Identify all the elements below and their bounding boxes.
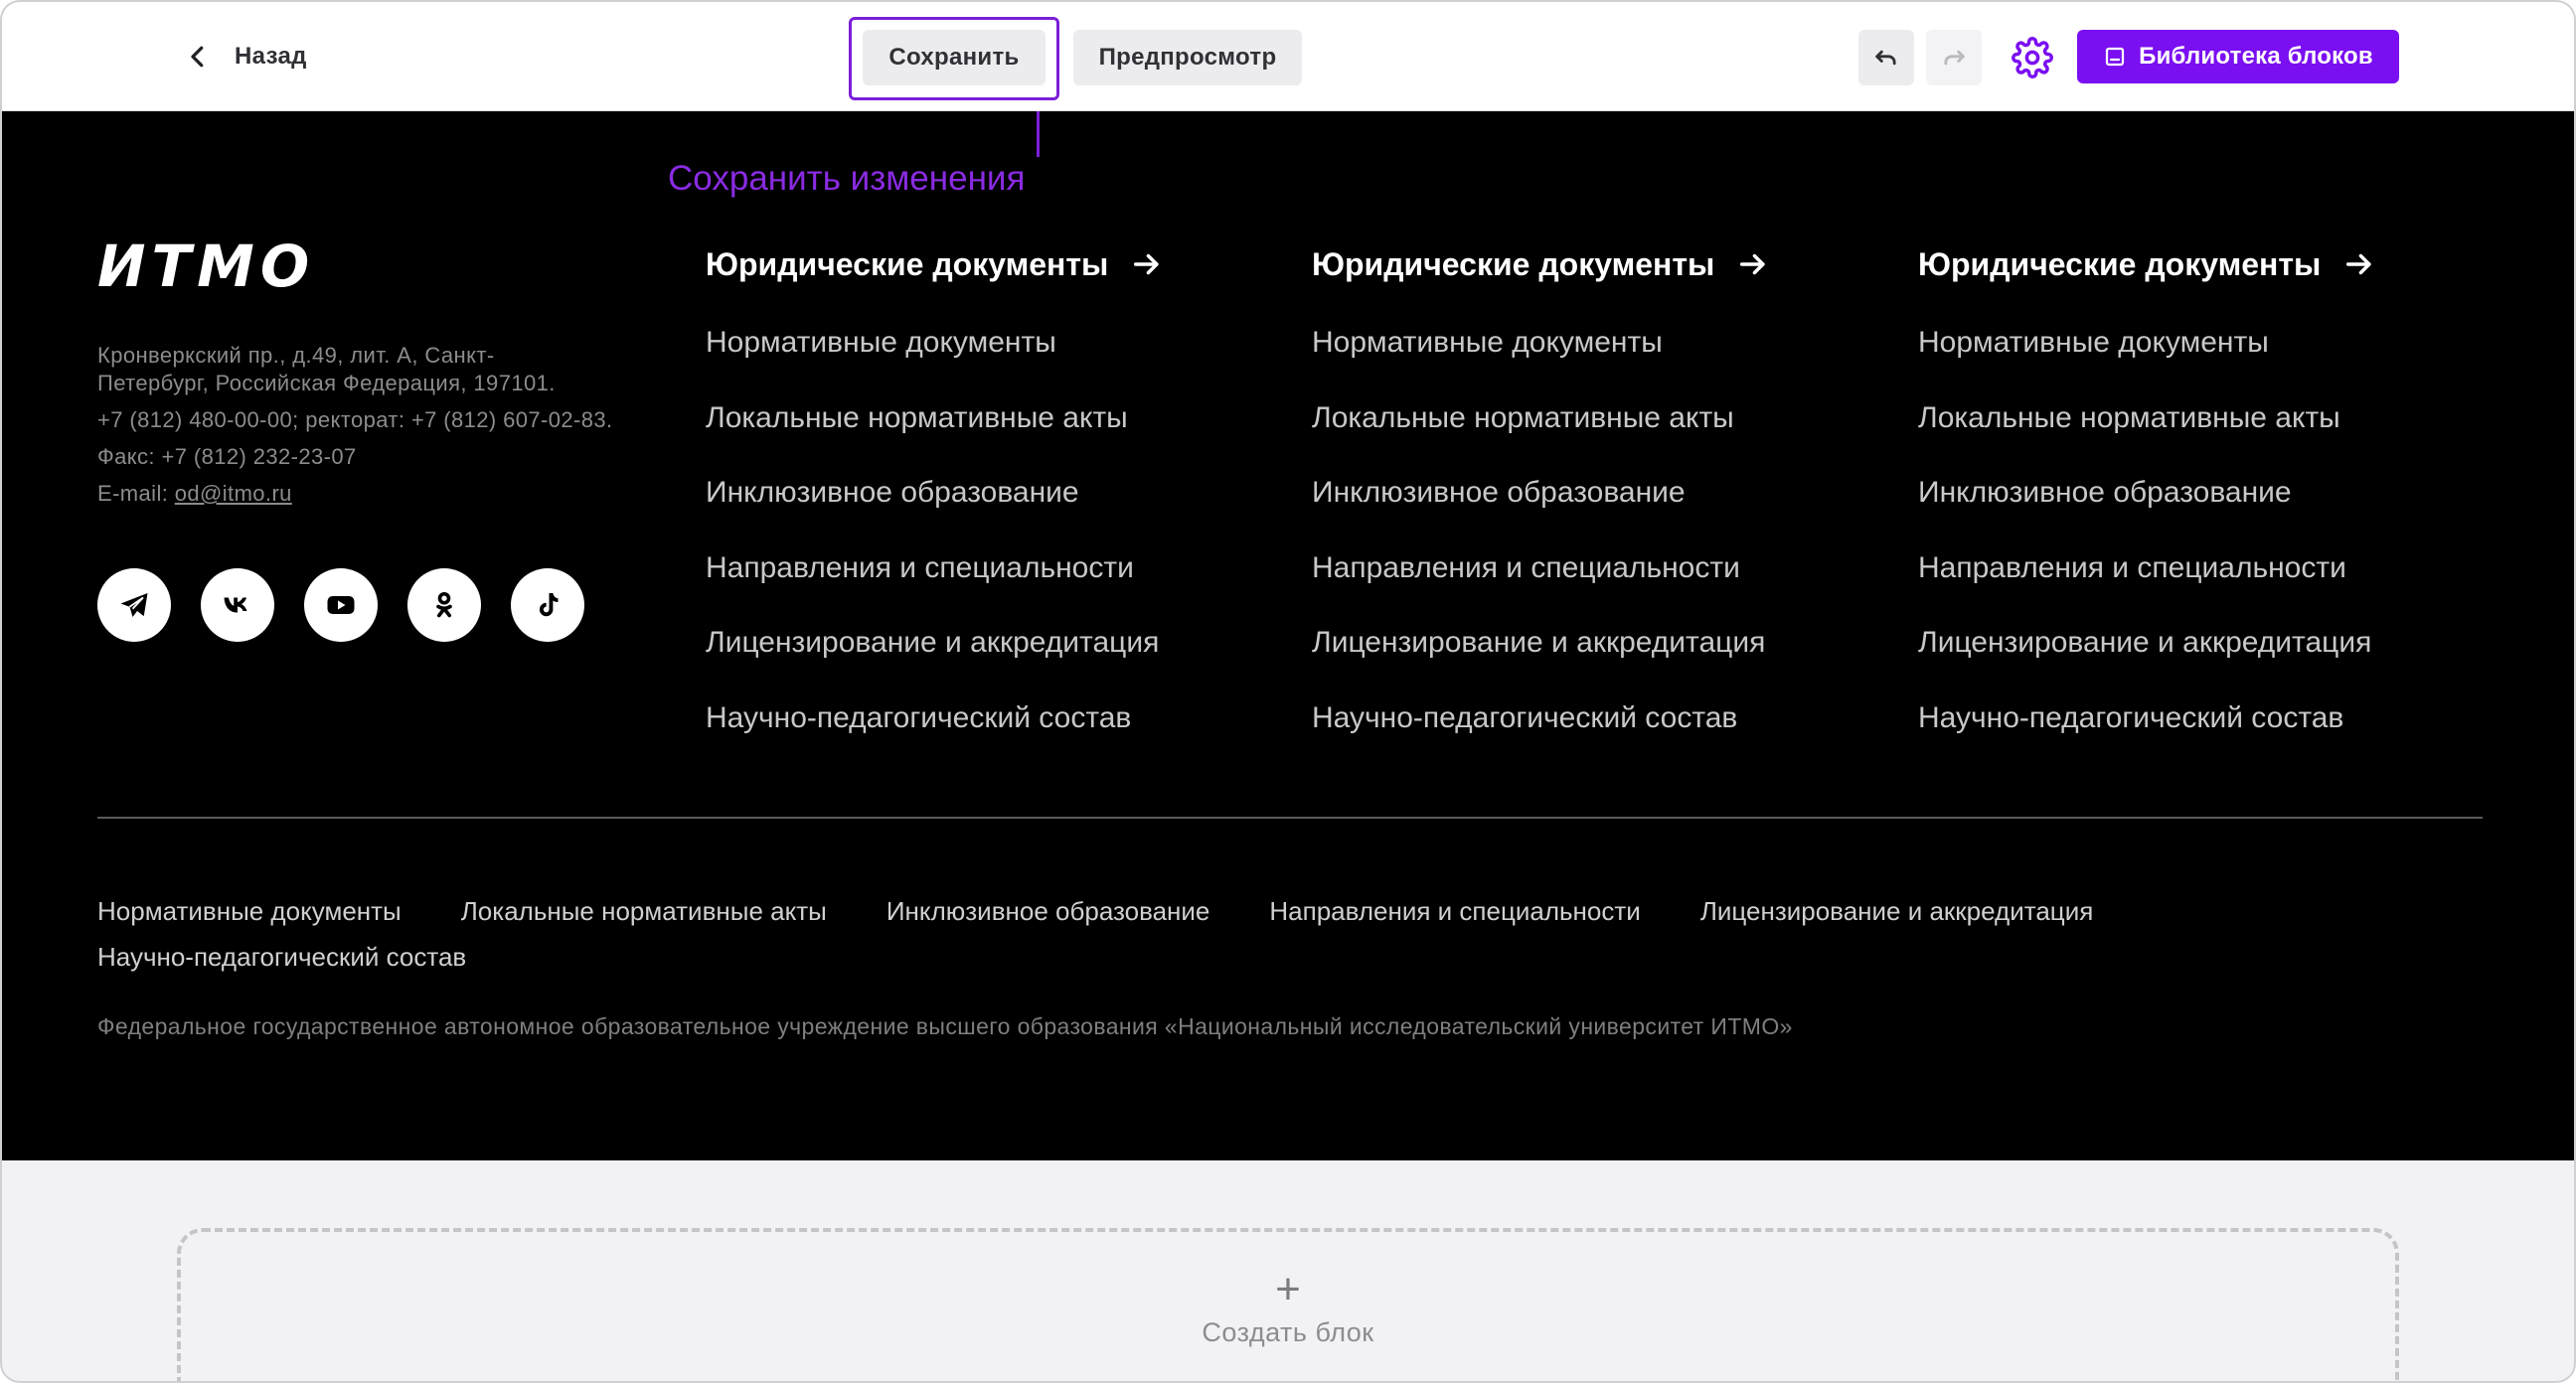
save-button[interactable]: Сохранить — [863, 30, 1046, 85]
odnoklassniki-icon — [436, 591, 452, 618]
email-prefix: E-mail: — [97, 481, 175, 506]
footer-column-title-text: Юридические документы — [706, 245, 1109, 282]
footer-link[interactable]: Локальные нормативные акты — [706, 401, 1164, 477]
preview-button[interactable]: Предпросмотр — [1073, 30, 1302, 85]
create-block-button[interactable]: + Создать блок — [177, 1228, 2399, 1381]
footer-link[interactable]: Лицензирование и аккредитация — [1918, 626, 2376, 701]
logo-text: ИТМО — [97, 232, 316, 300]
tiktok-icon — [539, 593, 559, 617]
footer-column-title-text: Юридические документы — [1918, 245, 2322, 282]
telegram-icon — [120, 593, 148, 617]
odnoklassniki-button[interactable] — [407, 568, 481, 642]
footer-column: Юридические документы Нормативные докуме… — [706, 236, 1164, 777]
vk-icon — [224, 597, 247, 613]
editor-frame: Назад Сохранить Предпросмотр Библиотека … — [0, 0, 2576, 1383]
chevron-left-icon — [191, 46, 204, 68]
image-icon — [2106, 47, 2125, 67]
undo-icon — [1875, 50, 1896, 66]
youtube-button[interactable] — [304, 568, 378, 642]
back-button[interactable]: Назад — [183, 38, 307, 76]
footer-column-title[interactable]: Юридические документы — [1918, 236, 2376, 292]
footer-column-title-text: Юридические документы — [1312, 245, 1715, 282]
footer-link[interactable]: Нормативные документы — [1312, 326, 1770, 401]
footer-bottom-link[interactable]: Локальные нормативные акты — [461, 888, 827, 934]
phones-text: +7 (812) 480-00-00; ректорат: +7 (812) 6… — [97, 407, 613, 432]
telegram-button[interactable] — [97, 568, 171, 642]
footer-link[interactable]: Инклюзивное образование — [1312, 476, 1770, 551]
block-library-button[interactable]: Библиотека блоков — [2077, 30, 2399, 83]
address-line: Кронверкский пр., д.49, лит. А, Санкт- — [97, 343, 495, 368]
create-block-label: Создать блок — [1202, 1317, 1374, 1347]
back-label: Назад — [235, 43, 307, 70]
footer-bottom-link[interactable]: Инклюзивное образование — [886, 888, 1210, 934]
arrow-right-icon — [1740, 253, 1765, 275]
footer-link[interactable]: Лицензирование и аккредитация — [706, 626, 1164, 701]
vk-button[interactable] — [201, 568, 274, 642]
tiktok-button[interactable] — [511, 568, 584, 642]
footer-link[interactable]: Направления и специальности — [706, 551, 1164, 627]
block-library-label: Библиотека блоков — [2139, 43, 2373, 70]
arrow-right-icon — [1134, 253, 1159, 275]
footer-link[interactable]: Локальные нормативные акты — [1312, 401, 1770, 477]
footer-link[interactable]: Нормативные документы — [1918, 326, 2376, 401]
footer-link[interactable]: Научно-педагогический состав — [1312, 701, 1770, 777]
youtube-icon — [327, 596, 355, 614]
email-link[interactable]: od@itmo.ru — [175, 481, 292, 506]
legal-text: Федеральное государственное автономное о… — [97, 1013, 1793, 1039]
address-line: Петербург, Российская Федерация, 197101. — [97, 371, 556, 395]
social-links — [97, 568, 584, 642]
footer-link[interactable]: Лицензирование и аккредитация — [1312, 626, 1770, 701]
footer-bottom-link[interactable]: Лицензирование и аккредитация — [1700, 888, 2093, 934]
plus-icon: + — [1275, 1265, 1301, 1313]
tooltip-connector — [1037, 111, 1040, 157]
footer-link[interactable]: Направления и специальности — [1918, 551, 2376, 627]
footer-bottom-links: Нормативные документы Локальные нормативн… — [97, 888, 2483, 980]
footer-link[interactable]: Нормативные документы — [706, 326, 1164, 401]
footer-link[interactable]: Инклюзивное образование — [1918, 476, 2376, 551]
save-tooltip: Сохранить изменения — [668, 159, 1026, 198]
arrow-right-icon — [2346, 253, 2371, 275]
redo-button[interactable] — [1926, 30, 1982, 85]
footer-link[interactable]: Локальные нормативные акты — [1918, 401, 2376, 477]
footer-link[interactable]: Научно-педагогический состав — [1918, 701, 2376, 777]
footer-bottom-link[interactable]: Направления и специальности — [1269, 888, 1640, 934]
undo-button[interactable] — [1858, 30, 1914, 85]
footer-link[interactable]: Инклюзивное образование — [706, 476, 1164, 551]
footer-column: Юридические документы Нормативные докуме… — [1918, 236, 2376, 777]
editor-toolbar: Назад Сохранить Предпросмотр Библиотека … — [2, 2, 2574, 111]
footer-link[interactable]: Направления и специальности — [1312, 551, 1770, 627]
footer-bottom-link[interactable]: Научно-педагогический состав — [97, 934, 466, 980]
footer-link[interactable]: Научно-педагогический состав — [706, 701, 1164, 777]
footer-block[interactable]: ИТМО Кронверкский пр., д.49, лит. А, Сан… — [2, 111, 2574, 1160]
footer-column: Юридические документы Нормативные докуме… — [1312, 236, 1770, 777]
footer-column-title[interactable]: Юридические документы — [1312, 236, 1770, 292]
redo-icon — [1944, 50, 1965, 66]
gear-icon[interactable] — [2012, 37, 2053, 78]
fax-text: Факс: +7 (812) 232-23-07 — [97, 444, 357, 469]
itmo-logo: ИТМО — [97, 232, 315, 300]
contact-info: Кронверкский пр., д.49, лит. А, Санкт- П… — [97, 342, 674, 508]
email-row: E-mail: od@itmo.ru — [97, 480, 674, 508]
footer-bottom-link[interactable]: Нормативные документы — [97, 888, 402, 934]
footer-column-title[interactable]: Юридические документы — [706, 236, 1164, 292]
footer-divider — [97, 817, 2483, 819]
